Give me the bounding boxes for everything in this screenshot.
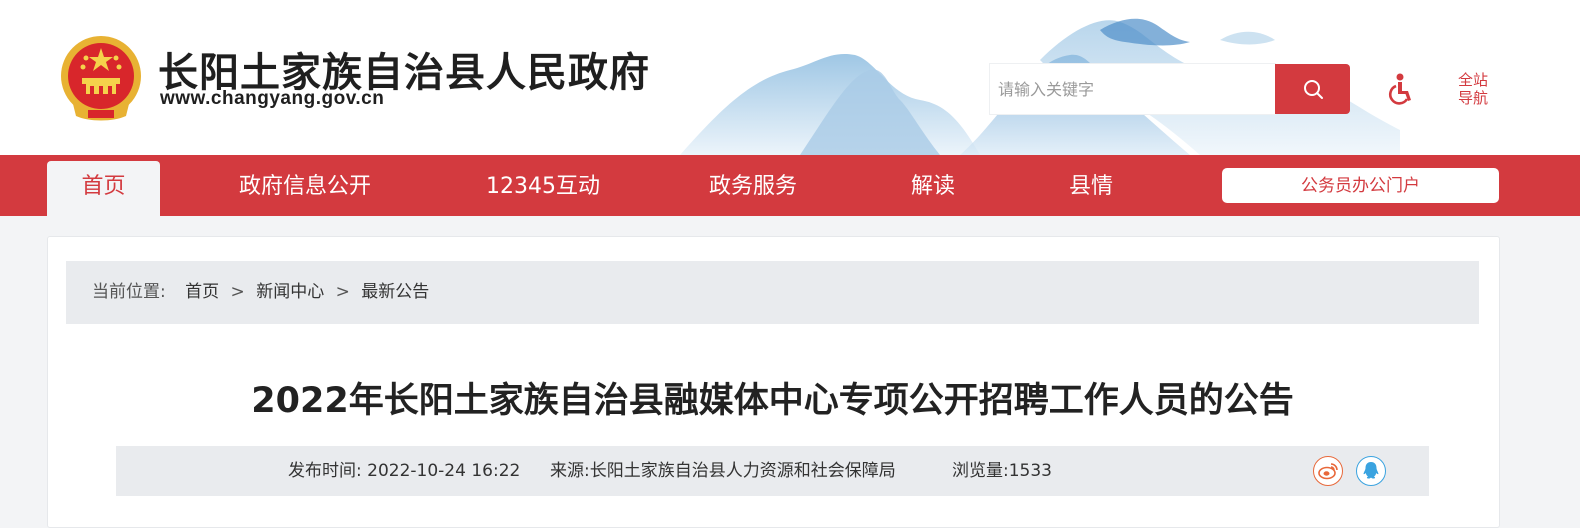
breadcrumb: 当前位置: 首页 > 新闻中心 > 最新公告 <box>66 261 1479 324</box>
accessibility-icon[interactable] <box>1386 72 1416 106</box>
weibo-icon <box>1318 463 1338 480</box>
article-meta-bar: 发布时间: 2022-10-24 16:22 来源:长阳土家族自治县人力资源和社… <box>116 446 1429 496</box>
search-icon <box>1303 80 1323 99</box>
site-navigation-link[interactable]: 全站 导航 <box>1455 71 1491 107</box>
publish-time: 发布时间: 2022-10-24 16:22 <box>288 461 521 481</box>
search-input[interactable] <box>990 64 1275 114</box>
breadcrumb-separator: > <box>335 282 350 302</box>
breadcrumb-news-center[interactable]: 新闻中心 <box>256 282 324 302</box>
breadcrumb-latest-notices[interactable]: 最新公告 <box>361 282 429 302</box>
qq-icon <box>1363 462 1379 479</box>
site-nav-line1: 全站 <box>1457 71 1488 89</box>
nav-item-gov-info[interactable]: 政府信息公开 <box>239 155 371 216</box>
nav-item-home[interactable]: 首页 <box>47 161 160 216</box>
site-header: 长阳土家族自治县人民政府 www.changyang.gov.cn 全站 导航 <box>0 0 1580 155</box>
article-title: 2022年长阳土家族自治县融媒体中心专项公开招聘工作人员的公告 <box>251 381 1294 421</box>
view-count: 浏览量:1533 <box>952 461 1052 481</box>
search-button[interactable] <box>1275 64 1350 114</box>
civil-servant-portal-button[interactable]: 公务员办公门户 <box>1222 168 1499 203</box>
breadcrumb-separator: > <box>230 282 245 302</box>
site-nav-line2: 导航 <box>1457 89 1488 107</box>
national-emblem-icon <box>61 36 141 121</box>
qq-share-button[interactable] <box>1356 456 1386 486</box>
nav-item-gov-services[interactable]: 政务服务 <box>709 155 797 216</box>
site-url[interactable]: www.changyang.gov.cn <box>160 88 384 110</box>
article-source: 来源:长阳土家族自治县人力资源和社会保障局 <box>550 461 896 481</box>
nav-item-interpretation[interactable]: 解读 <box>911 155 955 216</box>
nav-item-12345[interactable]: 12345互动 <box>486 155 600 216</box>
nav-item-county-info[interactable]: 县情 <box>1069 155 1113 216</box>
weibo-share-button[interactable] <box>1313 456 1343 486</box>
breadcrumb-label: 当前位置: <box>92 282 166 302</box>
breadcrumb-home[interactable]: 首页 <box>185 282 219 302</box>
